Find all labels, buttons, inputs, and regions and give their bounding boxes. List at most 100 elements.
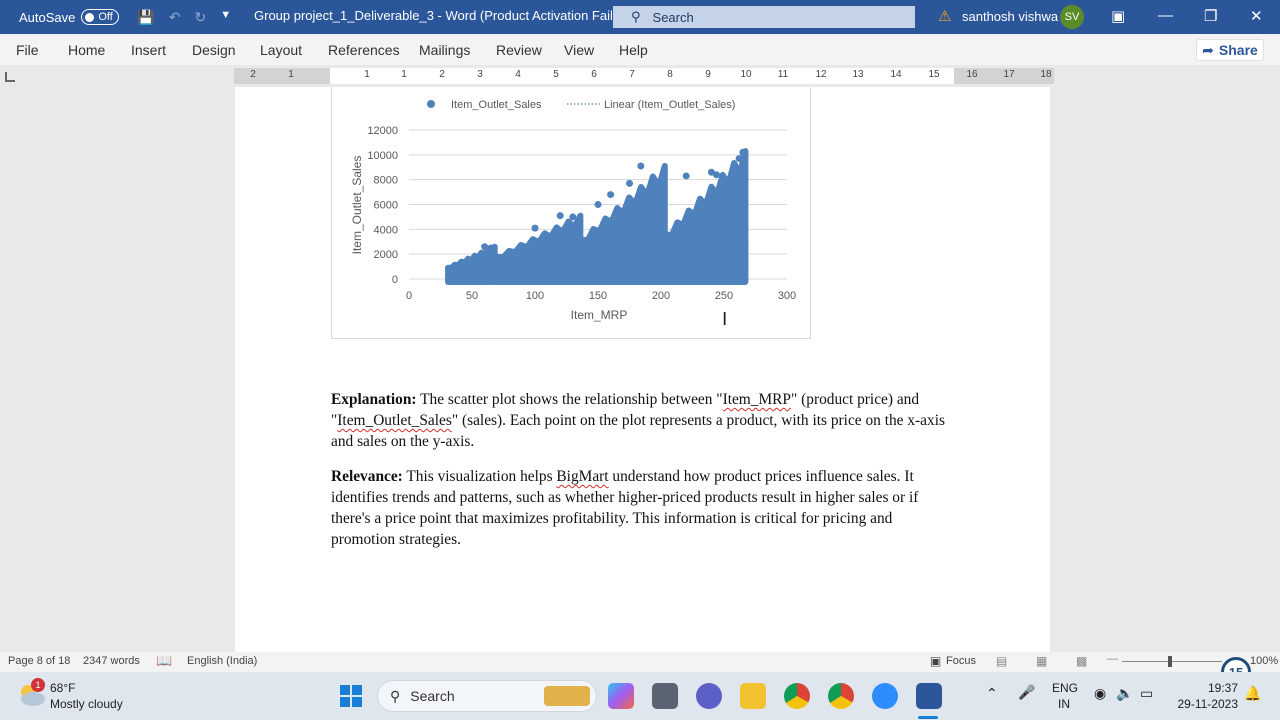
ruler-row: 2 1 1 1 2 3 4 5 6 7 8 9 10 11 12 13 14 1…: [0, 65, 1280, 87]
tab-mailings[interactable]: Mailings: [419, 42, 470, 58]
share-button[interactable]: ➦ Share: [1196, 39, 1264, 61]
scatter-point: [531, 224, 539, 232]
system-clock[interactable]: 19:37 29-11-2023: [1172, 680, 1239, 712]
word-count[interactable]: 2347 words: [83, 655, 140, 667]
tab-references[interactable]: References: [328, 42, 400, 58]
ruler-label: 1: [401, 69, 407, 80]
search-highlight-icon: [544, 686, 590, 706]
scatter-point: [739, 148, 747, 156]
language[interactable]: English (India): [187, 655, 257, 667]
zoom-level[interactable]: 100%: [1250, 655, 1278, 667]
zoom-slider[interactable]: [1122, 661, 1222, 662]
autosave-label: AutoSave: [19, 9, 76, 25]
windows-start-icon[interactable]: [340, 685, 362, 707]
save-icon[interactable]: 💾: [137, 9, 154, 26]
search-input[interactable]: ⚲ Search: [613, 6, 915, 28]
ruler-label: 12: [815, 69, 827, 80]
scatter-point: [569, 213, 577, 221]
focus-label[interactable]: Focus: [946, 655, 976, 667]
restore-icon[interactable]: ❐: [1204, 7, 1217, 25]
tab-layout[interactable]: Layout: [260, 42, 302, 58]
scatter-point: [487, 244, 495, 252]
undo-icon[interactable]: ↶: [169, 9, 181, 26]
wifi-icon[interactable]: ◉: [1094, 685, 1106, 702]
microphone-icon[interactable]: 🎤: [1018, 684, 1035, 701]
tab-home[interactable]: Home: [68, 42, 105, 58]
scatter-point: [712, 171, 720, 179]
read-mode-icon[interactable]: ▤: [996, 654, 1007, 668]
focus-icon[interactable]: ▣: [930, 654, 941, 668]
page-count[interactable]: Page 8 of 18: [8, 655, 70, 667]
scatter-point: [652, 179, 660, 187]
language-top[interactable]: ENG: [1052, 681, 1078, 695]
scatter-point: [637, 162, 645, 170]
file-explorer-icon[interactable]: [740, 683, 766, 709]
data-clusters: [445, 148, 749, 285]
chart-legend: Item_Outlet_Sales Linear (Item_Outlet_Sa…: [427, 99, 735, 111]
tab-review[interactable]: Review: [496, 42, 542, 58]
explanation-label: Explanation:: [331, 391, 417, 408]
battery-icon[interactable]: ▭: [1140, 685, 1153, 702]
avatar[interactable]: SV: [1060, 5, 1084, 29]
tab-help[interactable]: Help: [619, 42, 648, 58]
y-axis-title: Item_Outlet_Sales: [350, 156, 364, 255]
proofing-icon[interactable]: 📖: [156, 653, 172, 669]
tab-view[interactable]: View: [564, 42, 594, 58]
weather-description[interactable]: Mostly cloudy: [50, 697, 123, 711]
scatter-cluster: [494, 212, 584, 285]
ruler-label: 10: [740, 69, 752, 80]
chrome-icon[interactable]: [784, 683, 810, 709]
ruler-label: 16: [966, 69, 978, 80]
minimize-icon[interactable]: —: [1158, 7, 1173, 24]
customize-qat-icon[interactable]: ▼: [220, 9, 231, 26]
warning-icon[interactable]: ⚠: [938, 7, 951, 25]
tab-design[interactable]: Design: [192, 42, 236, 58]
scatter-point: [594, 201, 602, 208]
user-name[interactable]: santhosh vishwa: [962, 9, 1058, 24]
autosave-toggle[interactable]: Off: [81, 9, 120, 25]
weather-badge: 1: [31, 678, 45, 692]
autosave-control[interactable]: AutoSave Off: [19, 9, 120, 25]
word-app-icon[interactable]: [916, 683, 942, 709]
scatter-point: [556, 212, 564, 220]
toggle-knob: [85, 12, 95, 22]
ribbon-display-icon[interactable]: ▣: [1111, 7, 1125, 25]
ribbon-tabs: File Home Insert Design Layout Reference…: [0, 34, 1280, 65]
teams-chat-icon[interactable]: [696, 683, 722, 709]
horizontal-ruler[interactable]: 2 1 1 1 2 3 4 5 6 7 8 9 10 11 12 13 14 1…: [234, 68, 1054, 84]
chrome-profile-icon[interactable]: [828, 683, 854, 709]
task-view-icon[interactable]: [652, 683, 678, 709]
relevance-bigmart: BigMart: [556, 468, 609, 485]
relevance-paragraph: Relevance: This visualization helps BigM…: [331, 466, 951, 550]
weather-temperature[interactable]: 68°F: [50, 681, 75, 695]
explanation-item-mrp: Item_MRP: [722, 391, 791, 408]
zoom-app-icon[interactable]: [872, 683, 898, 709]
explanation-paragraph: Explanation: The scatter plot shows the …: [331, 389, 951, 452]
tab-file[interactable]: File: [16, 42, 39, 58]
scatter-point: [682, 172, 690, 180]
search-placeholder: Search: [652, 9, 694, 25]
redo-icon[interactable]: ↻: [195, 9, 207, 26]
document-page[interactable]: Item_Outlet_Sales Linear (Item_Outlet_Sa…: [235, 87, 1050, 652]
print-layout-icon[interactable]: ▦: [1036, 654, 1047, 668]
tab-selector-icon[interactable]: [5, 72, 15, 82]
document-title: Group project_1_Deliverable_3 - Word (Pr…: [254, 8, 632, 23]
scatter-point: [735, 155, 743, 163]
tab-insert[interactable]: Insert: [131, 42, 166, 58]
language-bottom[interactable]: IN: [1058, 697, 1070, 711]
scatter-chart[interactable]: Item_Outlet_Sales Linear (Item_Outlet_Sa…: [331, 87, 811, 339]
taskbar-search[interactable]: ⚲ Search: [377, 680, 597, 712]
notification-bell-icon[interactable]: 🔔: [1244, 685, 1261, 702]
zoom-slider-thumb[interactable]: [1168, 656, 1172, 667]
x-tick-label: 0: [406, 290, 412, 302]
volume-icon[interactable]: 🔈: [1116, 685, 1133, 702]
taskbar: 1 68°F Mostly cloudy ⚲ Search ⌃ 🎤 ENG IN…: [0, 672, 1280, 720]
web-layout-icon[interactable]: ▩: [1076, 654, 1087, 668]
explanation-text-1: The scatter plot shows the relationship …: [416, 391, 723, 408]
close-icon[interactable]: ✕: [1250, 7, 1263, 25]
copilot-icon[interactable]: [608, 683, 634, 709]
zoom-out-icon[interactable]: —: [1107, 653, 1118, 665]
clock-time: 19:37: [1207, 681, 1238, 695]
x-tick-label: 150: [589, 290, 607, 302]
show-hidden-icons-icon[interactable]: ⌃: [986, 685, 998, 702]
